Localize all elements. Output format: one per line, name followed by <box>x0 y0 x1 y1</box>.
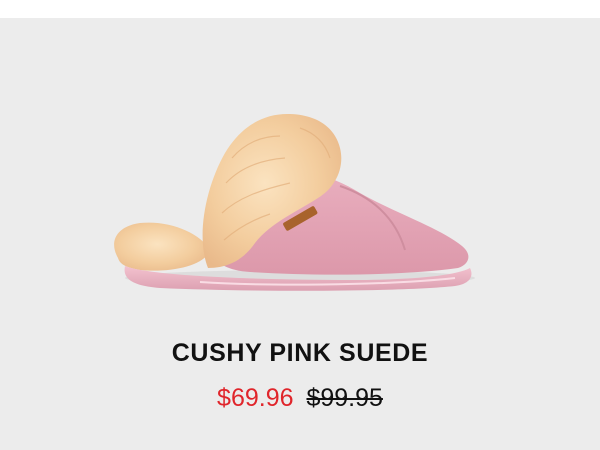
inner-fur <box>114 222 210 271</box>
price-row: $69.96 $99.95 <box>0 383 600 413</box>
product-name[interactable]: CUSHY PINK SUEDE <box>0 339 600 368</box>
sale-price: $69.96 <box>217 384 294 412</box>
original-price: $99.95 <box>306 384 383 412</box>
slipper-illustration <box>114 113 475 291</box>
top-divider <box>0 0 600 18</box>
product-card[interactable]: CUSHY PINK SUEDE $69.96 $99.95 <box>0 0 600 450</box>
product-image[interactable] <box>0 18 600 334</box>
